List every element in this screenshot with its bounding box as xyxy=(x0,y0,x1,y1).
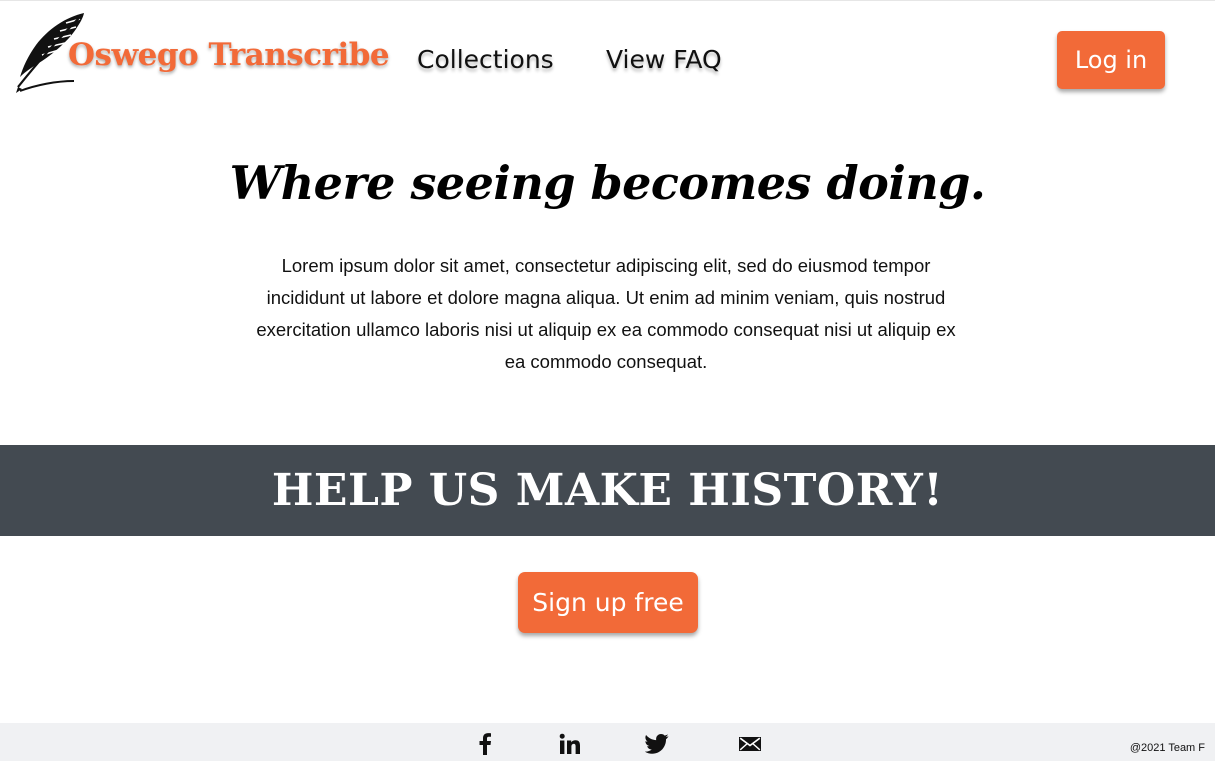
login-button[interactable]: Log in xyxy=(1057,31,1165,89)
twitter-icon[interactable] xyxy=(644,731,670,757)
history-banner: HELP US MAKE HISTORY! xyxy=(0,445,1215,536)
nav-collections[interactable]: Collections xyxy=(417,43,554,77)
facebook-icon[interactable] xyxy=(472,731,498,757)
nav-view-faq[interactable]: View FAQ xyxy=(606,43,722,77)
logo-text: Oswego Transcribe xyxy=(68,37,390,73)
banner-heading: HELP US MAKE HISTORY! xyxy=(271,465,944,516)
copyright-text: @2021 Team F xyxy=(1129,742,1205,754)
header: Oswego Transcribe Collections View FAQ L… xyxy=(0,1,1215,111)
linkedin-icon[interactable] xyxy=(557,731,583,757)
footer: @2021 Team F xyxy=(0,723,1215,761)
logo-link[interactable]: Oswego Transcribe xyxy=(14,11,390,95)
email-icon[interactable] xyxy=(737,731,763,757)
signup-button[interactable]: Sign up free xyxy=(518,572,698,633)
hero-description: Lorem ipsum dolor sit amet, consectetur … xyxy=(256,255,956,372)
hero-title: Where seeing becomes doing. xyxy=(229,156,986,210)
page: Oswego Transcribe Collections View FAQ L… xyxy=(0,0,1215,761)
